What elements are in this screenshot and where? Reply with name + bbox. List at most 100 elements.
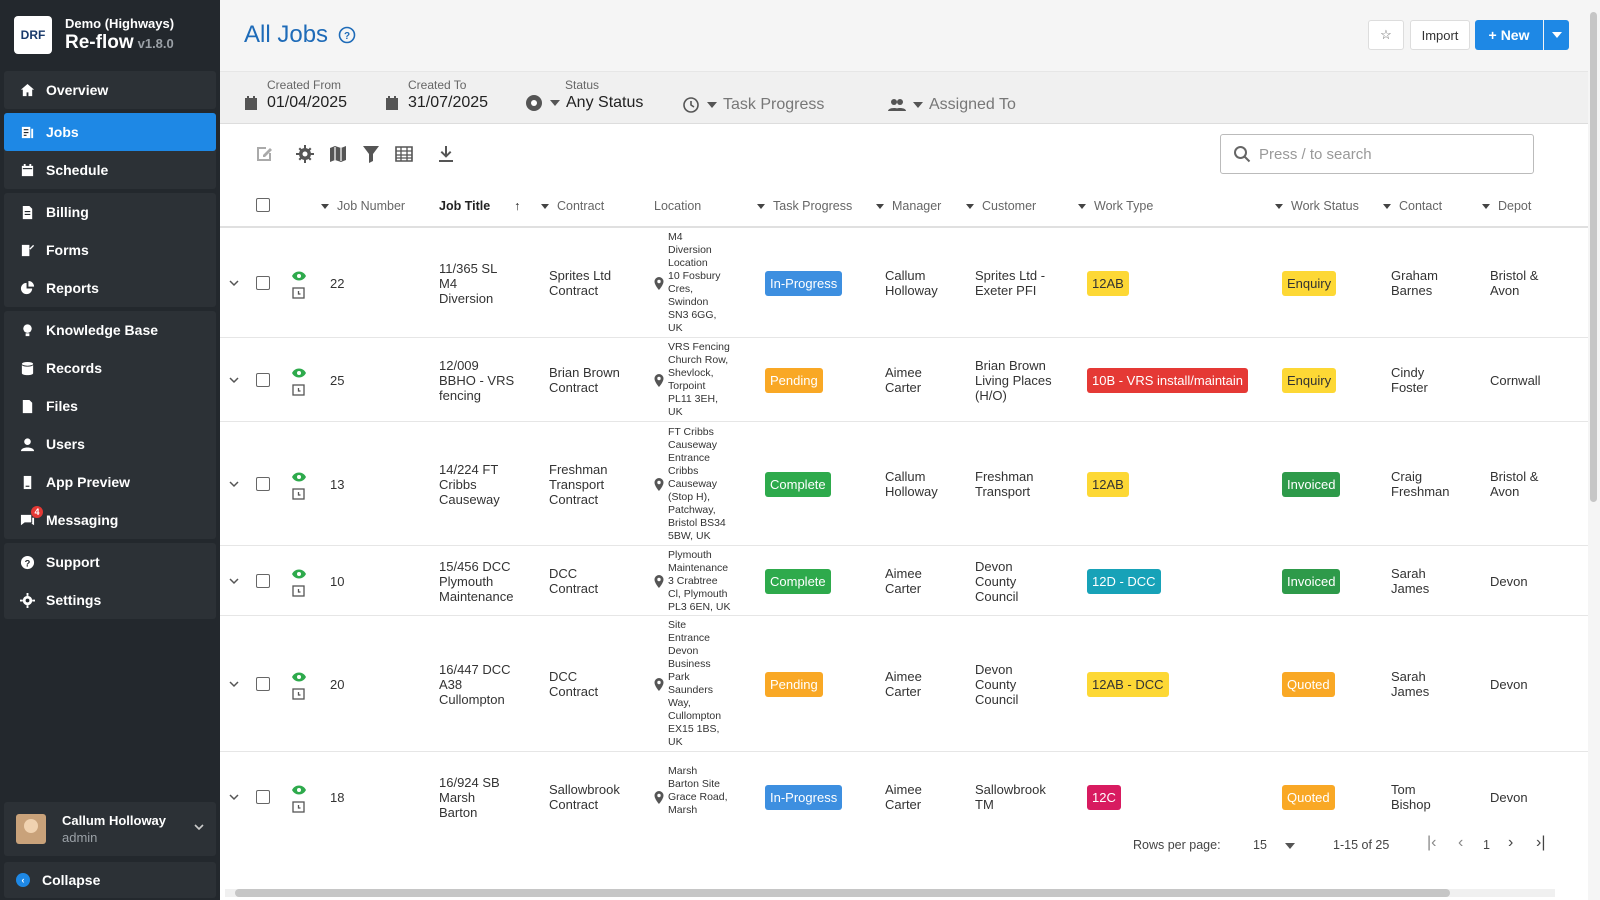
map-icon[interactable] <box>328 144 348 164</box>
job-number[interactable]: 22 <box>330 276 344 291</box>
row-checkbox[interactable] <box>256 574 270 588</box>
job-number[interactable]: 20 <box>330 677 344 692</box>
clock-history-icon[interactable] <box>292 800 305 813</box>
job-title[interactable]: 15/456 DCC Plymouth Maintenance <box>439 559 539 604</box>
job-number[interactable]: 10 <box>330 574 344 589</box>
eye-icon[interactable] <box>292 569 306 579</box>
new-button[interactable]: + New <box>1475 20 1543 50</box>
col-manager[interactable]: Manager <box>876 199 941 213</box>
col-customer[interactable]: Customer <box>966 199 1036 213</box>
sidebar-item-overview[interactable]: Overview <box>4 71 216 109</box>
collapse-button[interactable]: ‹ Collapse <box>4 862 216 898</box>
first-page-icon[interactable]: |‹ <box>1427 834 1436 852</box>
cell-line: Causeway <box>668 477 718 490</box>
new-dropdown-button[interactable] <box>1544 20 1569 50</box>
cell-line: Devon <box>668 645 699 657</box>
calendar-icon <box>245 96 257 110</box>
table-row[interactable]: 25 12/009 BBHO - VRS fencing Brian Brown Cont… <box>220 338 1588 422</box>
clock-history-icon[interactable] <box>292 487 305 500</box>
eye-icon[interactable] <box>292 672 306 682</box>
sidebar-item-forms[interactable]: Forms <box>4 231 216 269</box>
eye-icon[interactable] <box>292 472 306 482</box>
table-row[interactable]: 10 15/456 DCC Plymouth Maintenance DCC Contra… <box>220 546 1588 616</box>
vertical-scrollbar[interactable] <box>1588 0 1600 900</box>
table-row[interactable]: 13 14/224 FT Cribbs Causeway Freshman Transpo… <box>220 422 1588 546</box>
expand-row-chevron-icon[interactable] <box>229 375 239 385</box>
horizontal-scrollbar[interactable] <box>225 889 1555 897</box>
table-icon[interactable] <box>394 144 414 164</box>
eye-icon[interactable] <box>292 368 306 378</box>
table-row[interactable]: 22 11/365 SL M4 Diversion Sprites Ltd Contrac… <box>220 228 1588 338</box>
col-job-number[interactable]: Job Number <box>321 199 405 213</box>
created-to-filter[interactable]: Created To 31/07/2025 <box>383 78 488 112</box>
sidebar-item-files[interactable]: Files <box>4 387 216 425</box>
search-box[interactable]: Press / to search <box>1220 134 1534 174</box>
status-filter[interactable]: Status Any Status <box>525 78 643 112</box>
table-row[interactable]: 20 16/447 DCC A38 Cullompton DCC Contract Site… <box>220 616 1588 752</box>
row-checkbox[interactable] <box>256 373 270 387</box>
clock-history-icon[interactable] <box>292 687 305 700</box>
user-menu[interactable]: Callum Holloway admin <box>4 802 216 856</box>
sidebar-item-app-preview[interactable]: App Preview <box>4 463 216 501</box>
clock-history-icon[interactable] <box>292 286 305 299</box>
expand-row-chevron-icon[interactable] <box>229 479 239 489</box>
filter-icon[interactable] <box>361 144 381 164</box>
created-from-filter[interactable]: Created From 01/04/2025 <box>242 78 347 112</box>
favourite-button[interactable]: ☆ <box>1368 20 1404 50</box>
col-contract[interactable]: Contract <box>541 199 604 213</box>
sidebar-item-jobs[interactable]: Jobs <box>4 113 216 151</box>
col-depot[interactable]: Depot <box>1482 199 1531 213</box>
cell-line: Diversion <box>668 244 712 256</box>
help-icon[interactable]: ? <box>338 26 356 44</box>
job-title[interactable]: 12/009 BBHO - VRS fencing <box>439 358 539 403</box>
import-button[interactable]: Import <box>1410 20 1470 50</box>
sidebar-item-reports[interactable]: Reports <box>4 269 216 307</box>
col-work-status[interactable]: Work Status <box>1275 199 1359 213</box>
select-all-checkbox[interactable] <box>256 198 270 212</box>
job-number[interactable]: 18 <box>330 790 344 805</box>
table-row[interactable]: 18 16/924 SB Marsh Barton Sallowbrook Contrac… <box>220 752 1588 818</box>
eye-icon[interactable] <box>292 785 306 795</box>
col-contact[interactable]: Contact <box>1383 199 1442 213</box>
edit-icon[interactable] <box>254 144 274 164</box>
row-checkbox[interactable] <box>256 276 270 290</box>
gear-icon[interactable] <box>295 144 315 164</box>
col-job-title[interactable]: Job Title ↑ <box>439 199 520 213</box>
sidebar-item-billing[interactable]: Billing <box>4 193 216 231</box>
job-number[interactable]: 25 <box>330 373 344 388</box>
col-location[interactable]: Location <box>654 199 701 213</box>
last-page-icon[interactable]: ›| <box>1536 834 1545 852</box>
row-checkbox[interactable] <box>256 677 270 691</box>
job-title[interactable]: 11/365 SL M4 Diversion <box>439 261 539 306</box>
clock-history-icon[interactable] <box>292 383 305 396</box>
prev-page-icon[interactable]: ‹ <box>1458 834 1463 852</box>
task-progress-filter[interactable]: Task Progress <box>682 94 824 114</box>
row-checkbox[interactable] <box>256 790 270 804</box>
expand-row-chevron-icon[interactable] <box>229 278 239 288</box>
sidebar-item-settings[interactable]: Settings <box>4 581 216 619</box>
expand-row-chevron-icon[interactable] <box>229 679 239 689</box>
col-task-progress[interactable]: Task Progress <box>757 199 852 213</box>
next-page-icon[interactable]: › <box>1508 834 1513 852</box>
eye-icon[interactable] <box>292 271 306 281</box>
assigned-to-filter[interactable]: Assigned To <box>888 94 1016 114</box>
col-label: Depot <box>1498 199 1532 213</box>
row-checkbox[interactable] <box>256 477 270 491</box>
sidebar-item-records[interactable]: Records <box>4 349 216 387</box>
clock-history-icon[interactable] <box>292 584 305 597</box>
sidebar-item-knowledge-base[interactable]: Knowledge Base <box>4 311 216 349</box>
sidebar-item-schedule[interactable]: Schedule <box>4 151 216 189</box>
download-icon[interactable] <box>436 144 456 164</box>
sidebar-item-users[interactable]: Users <box>4 425 216 463</box>
job-title[interactable]: 16/447 DCC A38 Cullompton <box>439 662 539 707</box>
expand-row-chevron-icon[interactable] <box>229 576 239 586</box>
cell-line: Marsh <box>668 764 698 777</box>
col-work-type[interactable]: Work Type <box>1078 199 1153 213</box>
job-title[interactable]: 16/924 SB Marsh Barton <box>439 775 539 819</box>
rows-per-page-select[interactable]: 15 <box>1253 838 1295 852</box>
job-title[interactable]: 14/224 FT Cribbs Causeway <box>439 462 539 507</box>
job-number[interactable]: 13 <box>330 477 344 492</box>
sidebar-item-support[interactable]: ? Support <box>4 543 216 581</box>
expand-row-chevron-icon[interactable] <box>229 792 239 802</box>
sidebar-item-messaging[interactable]: Messaging 4 <box>4 501 216 539</box>
